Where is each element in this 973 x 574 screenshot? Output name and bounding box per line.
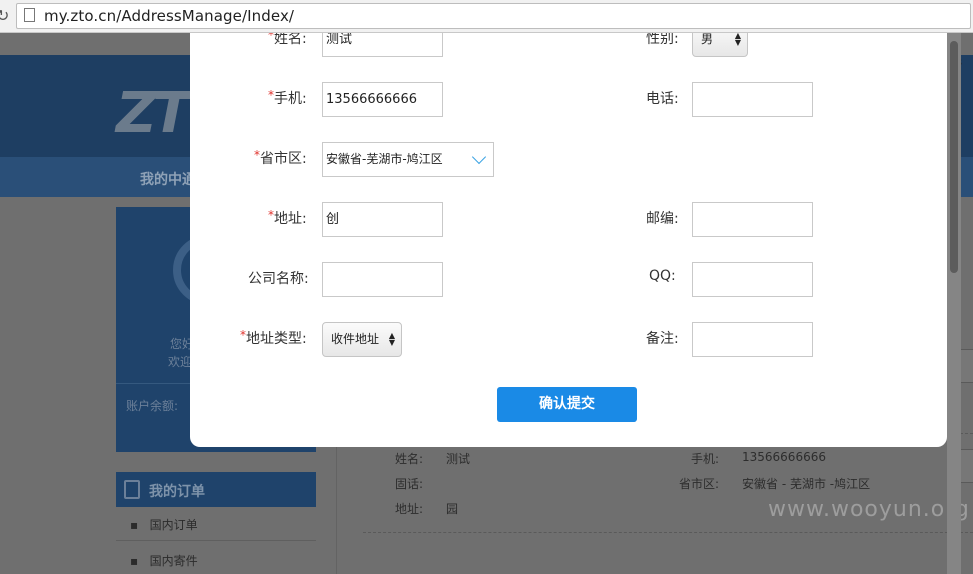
qq-label: QQ: — [649, 268, 676, 284]
detail-mobile-value: 13566666666 — [742, 450, 826, 464]
chevron-down-icon — [471, 149, 487, 165]
page-icon — [24, 8, 35, 22]
document-icon — [124, 480, 140, 499]
url-text[interactable]: my.zto.cn/AddressManage/Index/ — [44, 7, 294, 25]
postcode-field[interactable] — [692, 202, 813, 237]
detail-name-value: 测试 — [446, 452, 471, 466]
address-type-select[interactable]: 收件地址 ▲ ▼ — [322, 322, 402, 357]
menu-item-domestic-send[interactable]: ▪ 国内寄件 — [130, 552, 198, 569]
remark-label: 备注: — [646, 331, 679, 347]
region-picker[interactable]: 安徽省-芜湖市-鸠江区 — [322, 142, 494, 177]
url-field[interactable]: my.zto.cn/AddressManage/Index/ — [16, 3, 971, 29]
remark-field[interactable] — [692, 322, 813, 357]
confirm-submit-button[interactable]: 确认提交 — [497, 387, 637, 422]
mobile-field[interactable]: 13566666666 — [322, 82, 443, 117]
postcode-label: 邮编: — [646, 211, 679, 227]
company-label: 公司名称: — [248, 271, 309, 287]
orders-section-header: 我的订单 — [116, 472, 316, 507]
page-scrollbar[interactable] — [947, 33, 973, 574]
address-type-label: *地址类型: — [240, 328, 307, 347]
menu-item-domestic-orders[interactable]: ▪ 国内订单 — [130, 516, 198, 533]
phone-field[interactable] — [692, 82, 813, 117]
welcome-text: 欢迎 — [168, 355, 193, 369]
site-logo: ZT — [116, 81, 191, 146]
select-arrows-icon: ▲ ▼ — [734, 31, 741, 47]
detail-mobile-label: 手机: — [691, 452, 720, 466]
orders-section-title: 我的订单 — [149, 484, 205, 500]
mobile-label: *手机: — [268, 88, 307, 107]
qq-field[interactable] — [692, 262, 813, 297]
address-field[interactable]: 创 — [322, 202, 443, 237]
detail-phone-label: 固话: — [395, 477, 424, 491]
detail-address-label: 地址: — [395, 502, 424, 516]
divider — [116, 540, 316, 541]
address-label: *地址: — [268, 208, 307, 227]
detail-address-value: 园 — [446, 502, 459, 516]
region-label: *省市区: — [254, 148, 307, 167]
detail-name-label: 姓名: — [395, 452, 424, 466]
nav-item-my-zto[interactable]: 我的中通 — [140, 169, 196, 189]
company-field[interactable] — [322, 262, 443, 297]
watermark: www.wooyun.org — [768, 497, 970, 522]
phone-label: 电话: — [646, 91, 679, 107]
select-arrows-icon: ▲ ▼ — [388, 331, 395, 347]
divider — [363, 532, 973, 533]
balance-label: 账户余额: — [126, 399, 179, 413]
scrollbar-thumb[interactable] — [950, 41, 958, 273]
browser-toolbar: ↻ my.zto.cn/AddressManage/Index/ — [0, 0, 973, 33]
reload-icon[interactable]: ↻ — [0, 6, 9, 25]
detail-region-label: 省市区: — [679, 477, 720, 491]
detail-region-value: 安徽省 - 芜湖市 -鸠江区 — [742, 477, 871, 491]
